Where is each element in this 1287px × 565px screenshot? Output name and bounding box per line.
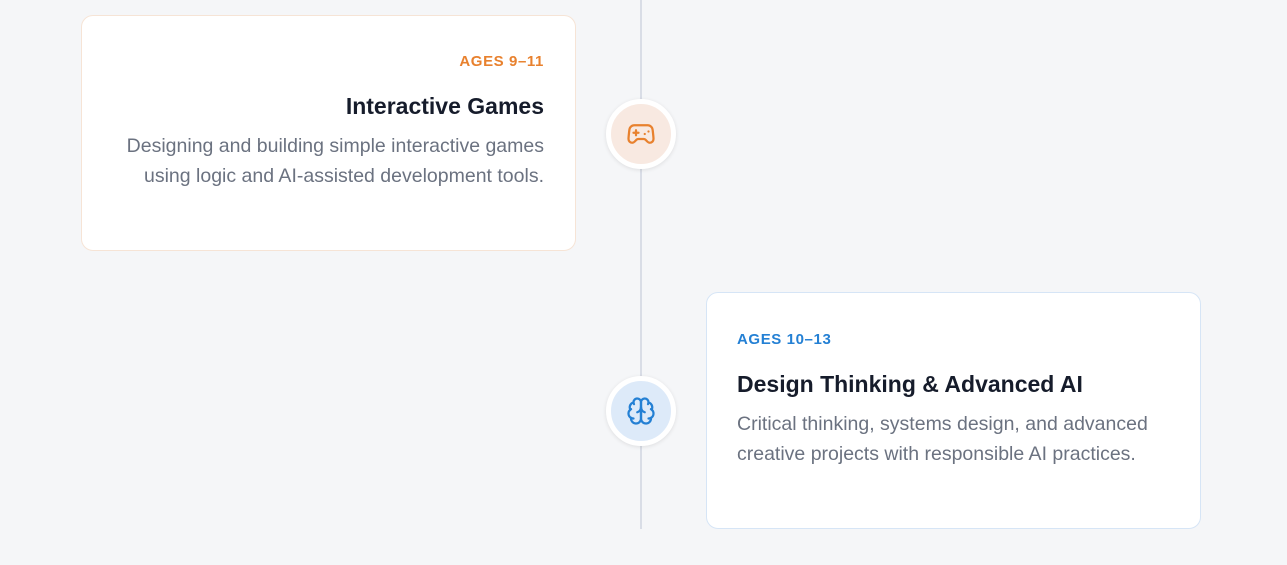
gamepad-icon [627, 124, 655, 144]
card-title: Design Thinking & Advanced AI [737, 371, 1083, 397]
timeline-node-games [606, 99, 676, 169]
card-age-label: AGES 10–13 [737, 331, 832, 348]
card-title: Interactive Games [345, 93, 544, 119]
card-description: Designing and building simple interactiv… [126, 135, 544, 187]
timeline-node-ai [606, 376, 676, 446]
brain-icon [627, 397, 655, 425]
timeline-card-design-thinking: AGES 10–13 Design Thinking & Advanced AI… [706, 292, 1201, 529]
card-age-label: AGES 9–11 [459, 53, 544, 70]
timeline-line [640, 0, 642, 529]
timeline-card-interactive-games: AGES 9–11 Interactive Games Designing an… [81, 15, 576, 251]
card-description: Critical thinking, systems design, and a… [737, 413, 1148, 465]
